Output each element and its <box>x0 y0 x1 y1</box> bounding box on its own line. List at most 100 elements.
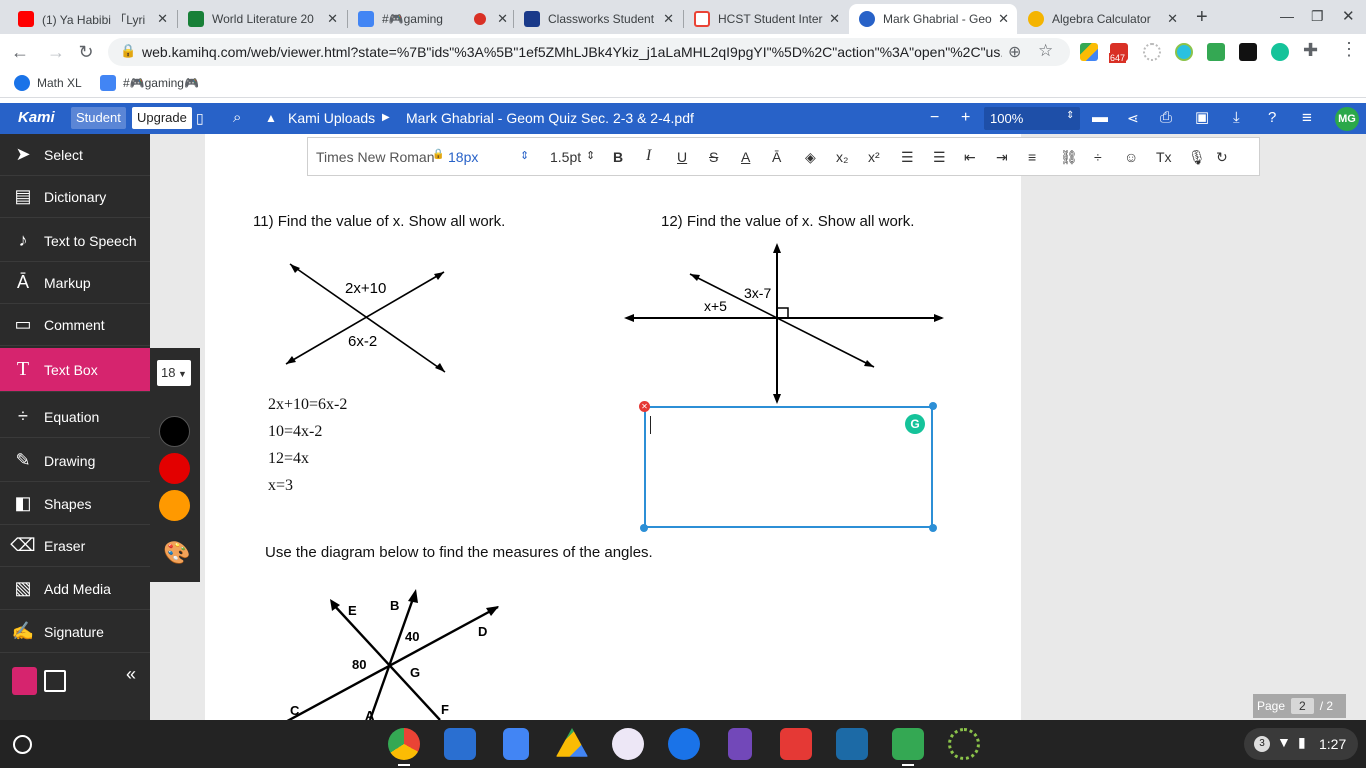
save-icon[interactable]: ▣ <box>1195 107 1209 129</box>
share-icon[interactable]: ⋖ <box>1127 107 1139 129</box>
minimize-icon[interactable]: — <box>1280 8 1294 24</box>
font-size-dropdown[interactable]: 18 ▼ <box>157 360 191 386</box>
print-icon[interactable]: ⎙ <box>1160 107 1172 129</box>
google-classroom-icon[interactable] <box>892 728 924 760</box>
resize-handle[interactable] <box>929 402 937 410</box>
fill-bucket-icon[interactable]: ◈ <box>805 149 816 166</box>
zoom-out-button[interactable]: − <box>930 107 939 129</box>
tool-equation[interactable]: ÷ Equation <box>0 396 150 438</box>
loading-extension-icon[interactable] <box>1143 43 1161 61</box>
resize-handle[interactable] <box>929 524 937 532</box>
chrome-menu-icon[interactable]: ⋮ <box>1340 39 1358 60</box>
tool-add-media[interactable]: ▧ Add Media <box>0 568 150 610</box>
restore-icon[interactable]: ❐ <box>1311 8 1324 25</box>
bookmark-math-xl[interactable]: Math XL <box>14 75 82 91</box>
theme-dark-button[interactable] <box>44 670 66 692</box>
equation-icon[interactable]: ÷ <box>1094 149 1102 165</box>
close-icon[interactable]: ✕ <box>327 11 338 27</box>
outdent-icon[interactable]: ⇤ <box>964 149 976 166</box>
edpuzzle-app-icon[interactable] <box>668 728 700 760</box>
user-avatar[interactable]: MG <box>1335 107 1359 131</box>
tab-gaming[interactable]: #🎮gaming <box>348 4 460 34</box>
close-icon[interactable]: ✕ <box>1167 11 1178 27</box>
numbered-list-icon[interactable]: ☰ <box>901 149 914 166</box>
puzzle-extensions-icon[interactable]: ✚ <box>1303 40 1318 61</box>
close-icon[interactable]: ✕ <box>998 11 1009 27</box>
sheets-icon[interactable] <box>1207 43 1225 61</box>
align-left-icon[interactable]: ≡ <box>1028 149 1036 165</box>
tab-world-literature[interactable]: World Literature 20 ✕ <box>178 4 346 34</box>
tool-shapes[interactable]: ◧ Shapes <box>0 483 150 525</box>
superscript-icon[interactable]: x² <box>868 149 880 165</box>
close-icon[interactable]: ✕ <box>663 11 674 27</box>
grammarly-icon[interactable] <box>1271 43 1289 61</box>
resize-handle[interactable] <box>640 524 648 532</box>
tab-recording[interactable]: ✕ <box>462 4 512 34</box>
indent-icon[interactable]: ⇥ <box>996 149 1008 166</box>
tool-signature[interactable]: ✍ Signature <box>0 611 150 653</box>
system-tray[interactable]: 3 ▼ ▮ 1:27 <box>1244 728 1358 760</box>
bookmark-gaming[interactable]: #🎮gaming🎮 <box>100 75 199 91</box>
text-box-editor[interactable]: G <box>644 406 933 528</box>
page-number-input[interactable]: 2 <box>1291 698 1314 714</box>
delete-textbox-icon[interactable]: ✕ <box>639 401 650 412</box>
address-bar[interactable]: 🔒 web.kamihq.com/web/viewer.html?state=%… <box>108 38 1070 66</box>
hamburger-menu-icon[interactable]: ≡ <box>1302 107 1312 129</box>
kami-logo[interactable]: Kami <box>18 107 55 129</box>
close-icon[interactable]: ✕ <box>829 11 840 27</box>
window-close-icon[interactable]: ✕ <box>1342 7 1355 25</box>
upgrade-button[interactable]: Upgrade <box>132 107 192 129</box>
google-docs-icon[interactable] <box>503 728 529 760</box>
grammarly-icon[interactable]: G <box>905 414 925 434</box>
theme-pink-button[interactable] <box>12 667 37 695</box>
collapse-sidebar-icon[interactable]: « <box>126 664 136 685</box>
forward-icon[interactable]: → <box>44 40 68 64</box>
folder-open-icon[interactable]: ▬ <box>1092 107 1108 129</box>
close-icon[interactable]: ✕ <box>497 11 508 27</box>
stroke-width-select[interactable]: 1.5pt <box>550 149 581 165</box>
emoji-icon[interactable]: ☺ <box>1124 149 1138 165</box>
launcher-icon[interactable] <box>13 735 32 754</box>
color-red-swatch[interactable] <box>159 453 190 484</box>
bold-icon[interactable]: B <box>613 149 623 165</box>
typing-club-icon[interactable] <box>836 728 868 760</box>
tool-text-box[interactable]: T Text Box <box>0 348 150 392</box>
text-color-icon[interactable]: A <box>741 149 750 165</box>
tool-comment[interactable]: ▭ Comment <box>0 304 150 346</box>
chrome-app-icon[interactable] <box>388 728 420 760</box>
italic-icon[interactable]: I <box>646 147 651 165</box>
search-icon[interactable]: ⌕ <box>233 107 241 129</box>
color-orange-swatch[interactable] <box>159 490 190 521</box>
gmail-extension-icon[interactable]: 647 <box>1109 43 1128 63</box>
reload-icon[interactable]: ↻ <box>74 40 98 64</box>
tool-select[interactable]: ➤ Select <box>0 134 150 176</box>
tool-drawing[interactable]: ✎ Drawing <box>0 440 150 482</box>
subscript-icon[interactable]: x₂ <box>836 149 848 165</box>
tab-kami-active[interactable]: Mark Ghabrial - Geo ✕ <box>849 4 1017 34</box>
link-icon[interactable]: ⛓ <box>1060 149 1078 166</box>
download-icon[interactable]: ⤓ <box>1233 107 1240 129</box>
google-drive-icon[interactable] <box>1080 43 1098 61</box>
new-tab-button[interactable]: + <box>1196 6 1208 29</box>
font-family-select[interactable]: Times New Roman <box>316 149 435 165</box>
bookmark-star-icon[interactable]: ☆ <box>1038 41 1053 61</box>
bullet-list-icon[interactable]: ☰ <box>933 149 946 166</box>
loading-app-icon[interactable] <box>948 728 980 760</box>
dark-extension-icon[interactable] <box>1239 43 1257 61</box>
back-icon[interactable]: ← <box>8 40 32 64</box>
edpuzzle-icon[interactable] <box>1175 43 1193 61</box>
microphone-icon[interactable]: 🎙 <box>1188 149 1206 166</box>
tool-markup[interactable]: Ā Markup <box>0 262 150 304</box>
tool-eraser[interactable]: ⌫ Eraser <box>0 525 150 567</box>
zoom-select[interactable]: 100% ⇕ <box>984 107 1080 130</box>
help-icon[interactable]: ? <box>1268 107 1276 129</box>
close-icon[interactable]: ✕ <box>157 11 168 27</box>
palette-icon[interactable]: 🎨 <box>163 540 190 566</box>
sketchup-icon[interactable] <box>780 728 812 760</box>
breadcrumb-folder[interactable]: Kami Uploads <box>288 107 375 129</box>
zoom-add-icon[interactable]: ⊕ <box>1008 42 1021 62</box>
url-text[interactable]: web.kamihq.com/web/viewer.html?state=%7B… <box>142 44 1002 60</box>
tab-hcst-gmail[interactable]: HCST Student Inter ✕ <box>684 4 848 34</box>
strikethrough-icon[interactable]: S <box>709 149 718 165</box>
tab-youtube[interactable]: (1) Ya Habibi 「Lyri ✕ <box>8 4 176 34</box>
